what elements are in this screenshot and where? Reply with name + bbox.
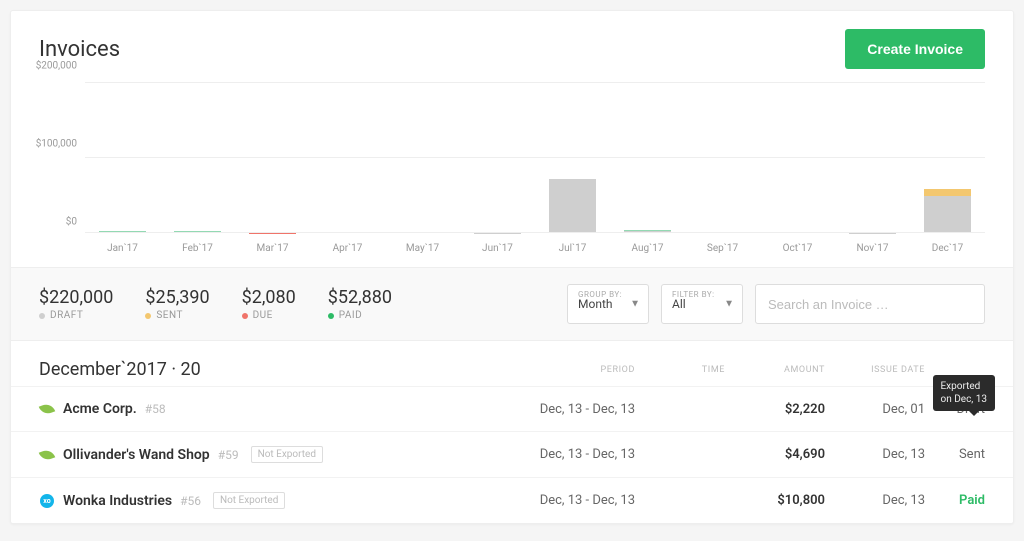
x-tick-label: Jun`17	[460, 237, 535, 257]
invoice-number: #59	[218, 448, 239, 462]
status-dot-icon	[39, 313, 45, 319]
cell-issue: Dec, 13	[825, 493, 925, 508]
cell-issue: Dec, 13	[825, 447, 925, 462]
cell-period: Dec, 13 - Dec, 13	[485, 447, 635, 462]
invoices-card: Invoices Create Invoice $0 $100,000 $200,0…	[10, 10, 1014, 524]
invoice-chart: $0$100,000$200,000 Jan`17Feb`17Mar`17Apr…	[11, 77, 1013, 267]
invoice-number: #56	[180, 494, 201, 508]
x-tick-label: Dec`17	[910, 237, 985, 257]
cell-amount: $2,220	[725, 402, 825, 417]
x-tick-label: Nov`17	[835, 237, 910, 257]
chevron-down-icon: ▼	[630, 299, 640, 310]
header: Invoices Create Invoice	[11, 11, 1013, 77]
total-value: $25,390	[145, 287, 209, 308]
chart-bar[interactable]	[460, 83, 535, 233]
x-tick-label: Mar`17	[235, 237, 310, 257]
col-time: TIME	[635, 365, 725, 375]
chart-bar[interactable]	[160, 83, 235, 233]
status-dot-icon	[145, 313, 151, 319]
x-tick-label: May`17	[385, 237, 460, 257]
table-header: December`2017 · 20 PERIOD TIME AMOUNT IS…	[11, 341, 1013, 386]
col-period: PERIOD	[485, 365, 635, 375]
cell-amount: $10,800	[725, 493, 825, 508]
chart-bar[interactable]	[760, 83, 835, 233]
total-label: DUE	[242, 310, 296, 321]
y-tick-label: $0	[66, 217, 77, 228]
total-value: $52,880	[328, 287, 392, 308]
client-name: Acme Corp.	[63, 401, 137, 417]
export-tag: Not Exported	[213, 492, 285, 509]
total-label: PAID	[328, 310, 392, 321]
export-tooltip: Exportedon Dec, 13	[933, 375, 996, 411]
filter-by-select[interactable]: FILTER BY: All ▼	[661, 284, 743, 324]
cell-period: Dec, 13 - Dec, 13	[485, 493, 635, 508]
x-tick-label: Oct`17	[760, 237, 835, 257]
invoice-row[interactable]: xo Wonka Industries #56 Not Exported Dec, 13…	[11, 477, 1013, 523]
total-value: $2,080	[242, 287, 296, 308]
cell-issue: Dec, 01	[825, 402, 925, 417]
group-by-select[interactable]: GROUP BY: Month ▼	[567, 284, 649, 324]
chart-bar[interactable]	[910, 83, 985, 233]
total-value: $220,000	[39, 287, 113, 308]
status-dot-icon	[328, 313, 334, 319]
page-title: Invoices	[39, 37, 120, 62]
period-title: December`2017 · 20	[39, 359, 485, 380]
client-name: Wonka Industries	[63, 493, 172, 509]
chart-bar[interactable]	[610, 83, 685, 233]
y-tick-label: $200,000	[36, 61, 77, 72]
invoice-row[interactable]: Ollivander's Wand Shop #59 Not Exported Dec…	[11, 431, 1013, 477]
cell-status: Paid	[925, 493, 985, 508]
export-tag: Not Exported	[251, 446, 323, 463]
chart-bar[interactable]	[310, 83, 385, 233]
cell-amount: $4,690	[725, 447, 825, 462]
leaf-icon	[39, 403, 55, 415]
x-tick-label: Jul`17	[535, 237, 610, 257]
x-tick-label: Apr`17	[310, 237, 385, 257]
chart-bar[interactable]	[385, 83, 460, 233]
client-name: Ollivander's Wand Shop	[63, 447, 210, 463]
summary-band: $220,000 DRAFT $25,390 SENT $2,080 DUE $52,880…	[11, 267, 1013, 341]
cell-status: Sent	[925, 447, 985, 462]
leaf-icon	[39, 449, 55, 461]
x-tick-label: Aug`17	[610, 237, 685, 257]
invoice-number: #58	[145, 402, 166, 416]
chart-bar[interactable]	[685, 83, 760, 233]
search-input[interactable]	[755, 284, 985, 324]
total-draft: $220,000 DRAFT	[39, 287, 113, 321]
chevron-down-icon: ▼	[724, 299, 734, 310]
y-tick-label: $100,000	[36, 139, 77, 150]
status-dot-icon	[242, 313, 248, 319]
total-label: DRAFT	[39, 310, 113, 321]
xero-icon: xo	[39, 495, 55, 507]
col-amount: AMOUNT	[725, 365, 825, 375]
x-tick-label: Sep`17	[685, 237, 760, 257]
filter-by-value: All	[672, 297, 686, 311]
create-invoice-button[interactable]: Create Invoice	[845, 29, 985, 69]
col-issue: ISSUE DATE	[825, 365, 925, 375]
total-paid: $52,880 PAID	[328, 287, 392, 321]
chart-bar[interactable]	[835, 83, 910, 233]
chart-bar[interactable]	[235, 83, 310, 233]
x-tick-label: Jan`17	[85, 237, 160, 257]
invoice-row[interactable]: Exportedon Dec, 13Acme Corp.#58Dec, 13 -…	[11, 386, 1013, 431]
chart-bar[interactable]	[535, 83, 610, 233]
total-sent: $25,390 SENT	[145, 287, 209, 321]
cell-period: Dec, 13 - Dec, 13	[485, 402, 635, 417]
total-label: SENT	[145, 310, 209, 321]
chart-bar[interactable]	[85, 83, 160, 233]
group-by-value: Month	[578, 297, 612, 311]
total-due: $2,080 DUE	[242, 287, 296, 321]
x-tick-label: Feb`17	[160, 237, 235, 257]
